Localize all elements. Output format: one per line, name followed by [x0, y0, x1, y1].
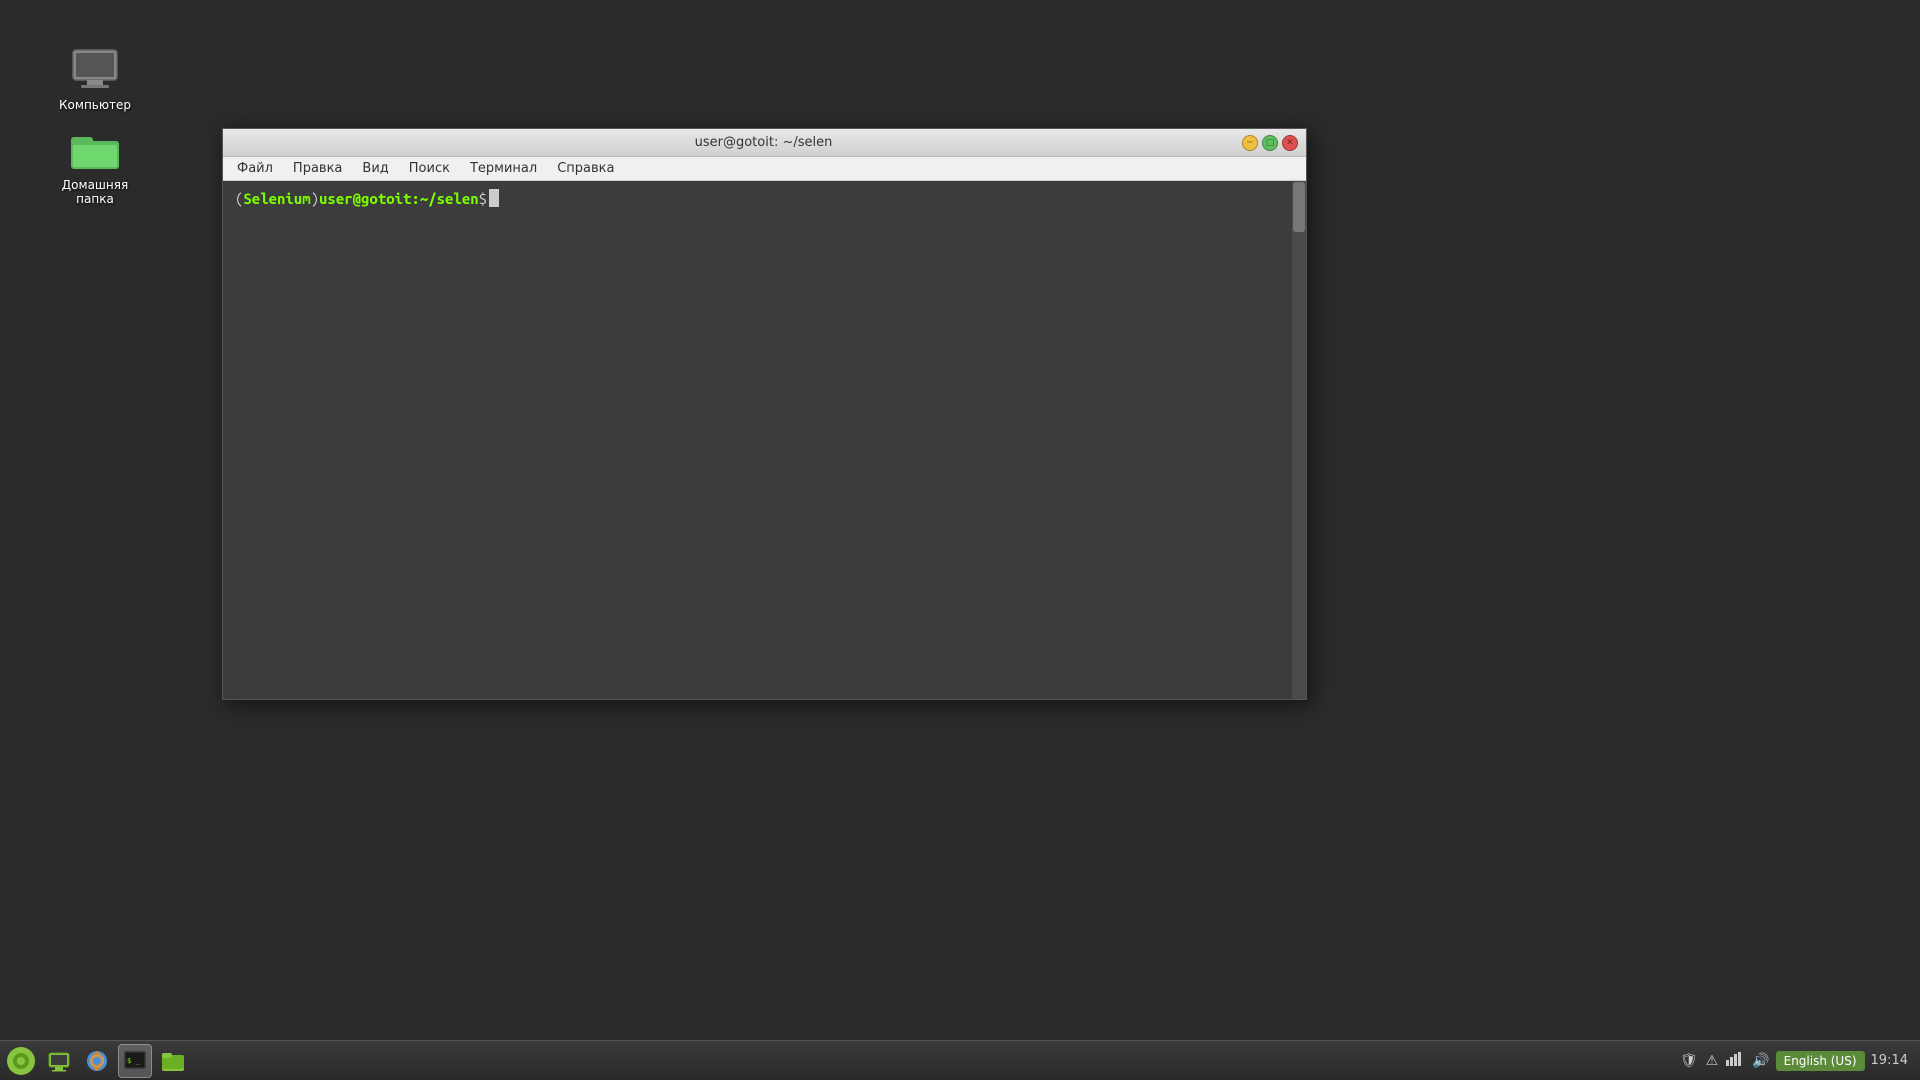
terminal-menubar: Файл Правка Вид Поиск Терминал Справка [223, 157, 1306, 181]
terminal-window: user@gotoit: ~/selen ─ □ ✕ Файл Правка В… [222, 128, 1307, 700]
files-icon [161, 1049, 185, 1073]
terminal-title: user@gotoit: ~/selen [285, 135, 1242, 150]
terminal-scrollbar[interactable] [1292, 181, 1306, 699]
computer-label: Компьютер [59, 98, 131, 112]
show-desktop-icon [48, 1050, 70, 1072]
prompt-env-parens-close: ) [311, 190, 319, 207]
taskbar-firefox[interactable] [80, 1044, 114, 1078]
menu-help[interactable]: Справка [547, 159, 624, 178]
minimize-button[interactable]: ─ [1242, 135, 1258, 151]
computer-icon [71, 46, 119, 94]
shield-tray-icon[interactable]: 🛡 [1680, 1053, 1698, 1069]
mint-logo-icon [7, 1047, 35, 1075]
taskbar-show-desktop[interactable] [42, 1044, 76, 1078]
menu-file[interactable]: Файл [227, 159, 283, 178]
warning-tray-icon[interactable]: ⚠ [1706, 1053, 1719, 1069]
home-folder-label: Домашняя папка [56, 178, 134, 206]
taskbar-terminal[interactable]: $ _ [118, 1044, 152, 1078]
desktop-icon-home[interactable]: Домашняя папка [50, 120, 140, 212]
terminal-icon: $ _ [123, 1049, 147, 1073]
menu-terminal[interactable]: Терминал [460, 159, 547, 178]
prompt-line: (Selenium) user@gotoit:~/selen$ [235, 189, 1280, 207]
terminal-body[interactable]: U (Selenium) user@gotoit:~/selen$ [223, 181, 1306, 699]
time-display[interactable]: 19:14 [1871, 1053, 1908, 1068]
desktop-icon-computer[interactable]: Компьютер [50, 40, 140, 118]
prompt-env-name: Selenium [243, 190, 310, 207]
svg-text:U: U [732, 394, 783, 472]
taskbar-right: 🛡 ⚠ 🔊 English (US) 19:14 [1680, 1051, 1916, 1071]
taskbar-mint-menu[interactable] [4, 1044, 38, 1078]
terminal-titlebar: user@gotoit: ~/selen ─ □ ✕ [223, 129, 1306, 157]
firefox-icon [84, 1048, 110, 1074]
terminal-watermark: U [658, 339, 858, 542]
maximize-button[interactable]: □ [1262, 135, 1278, 151]
menu-view[interactable]: Вид [352, 159, 398, 178]
home-folder-icon [71, 126, 119, 174]
terminal-content[interactable]: U (Selenium) user@gotoit:~/selen$ [223, 181, 1292, 699]
titlebar-buttons: ─ □ ✕ [1242, 135, 1298, 151]
close-button[interactable]: ✕ [1282, 135, 1298, 151]
taskbar-left: $ _ [4, 1044, 190, 1078]
prompt-dollar: $ [479, 190, 487, 207]
svg-text:$ _: $ _ [127, 1057, 140, 1065]
prompt-env-parens-open: ( [235, 190, 243, 207]
prompt-user-host-path: user@gotoit:~/selen [319, 190, 479, 207]
menu-edit[interactable]: Правка [283, 159, 352, 178]
scrollbar-thumb[interactable] [1293, 182, 1305, 232]
taskbar-files[interactable] [156, 1044, 190, 1078]
terminal-cursor [489, 189, 499, 207]
taskbar: $ _ 🛡 ⚠ [0, 1040, 1920, 1080]
menu-search[interactable]: Поиск [399, 159, 460, 178]
volume-tray-icon[interactable]: 🔊 [1752, 1053, 1769, 1069]
system-tray: 🛡 ⚠ 🔊 [1680, 1052, 1770, 1070]
desktop: Компьютер Домашняя папка user@gotoit: ~/… [0, 0, 1920, 1080]
network-tray-icon[interactable] [1726, 1052, 1744, 1070]
language-indicator[interactable]: English (US) [1776, 1051, 1865, 1071]
